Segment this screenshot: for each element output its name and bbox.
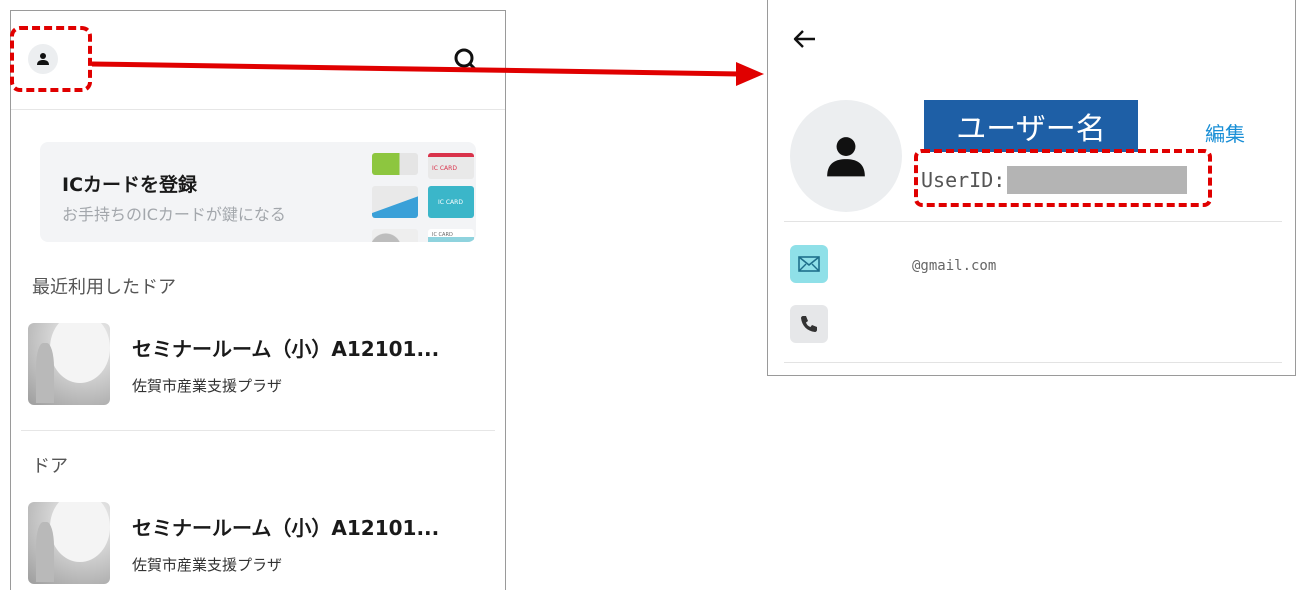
card-label: IC CARD [432, 165, 457, 172]
ic-card-title: ICカードを登録 [62, 174, 198, 196]
card-label: IC CARD [438, 199, 463, 206]
card-label: IC CARD [432, 232, 453, 238]
divider [784, 221, 1282, 222]
arrow-left-icon[interactable] [792, 26, 818, 52]
divider [784, 362, 1282, 363]
phone-icon [790, 305, 828, 343]
avatar [790, 100, 902, 212]
door-thumbnail [28, 502, 110, 584]
card-image-green [372, 153, 418, 175]
username: ユーザー名 [924, 100, 1138, 152]
profile-screen: ユーザー名 編集 UserID: @gmail.com [767, 0, 1296, 376]
search-icon[interactable] [452, 47, 478, 73]
card-image-cyan: IC CARD [428, 229, 474, 242]
ic-card-subtitle: お手持ちのICカードが鍵になる [62, 205, 286, 224]
recent-door-item[interactable]: セミナールーム（小）A12101... 佐賀市産業支援プラザ [28, 323, 496, 407]
card-image-red: IC CARD [428, 153, 474, 179]
divider [21, 430, 495, 431]
profile-button-highlight [10, 26, 92, 92]
person-icon [827, 137, 865, 177]
card-image-silver [372, 186, 418, 218]
doors-label: ドア [32, 456, 68, 477]
door-item[interactable]: セミナールーム（小）A12101... 佐賀市産業支援プラザ [28, 502, 496, 586]
door-name: セミナールーム（小）A12101... [132, 337, 440, 361]
door-location: 佐賀市産業支援プラザ [132, 377, 283, 395]
email-address: @gmail.com [912, 258, 997, 274]
edit-button[interactable]: 編集 [1205, 118, 1245, 147]
door-name: セミナールーム（小）A12101... [132, 516, 440, 540]
door-location: 佐賀市産業支援プラザ [132, 556, 283, 574]
userid-highlight [914, 149, 1212, 207]
ic-card-register-banner[interactable]: ICカードを登録 お手持ちのICカードが鍵になる IC CARD IC CARD… [40, 142, 476, 242]
card-image-gray [372, 229, 418, 242]
home-screen: ICカードを登録 お手持ちのICカードが鍵になる IC CARD IC CARD… [10, 10, 506, 590]
card-image-teal: IC CARD [428, 186, 474, 218]
mail-icon [790, 245, 828, 283]
door-thumbnail [28, 323, 110, 405]
recent-doors-label: 最近利用したドア [32, 277, 176, 298]
